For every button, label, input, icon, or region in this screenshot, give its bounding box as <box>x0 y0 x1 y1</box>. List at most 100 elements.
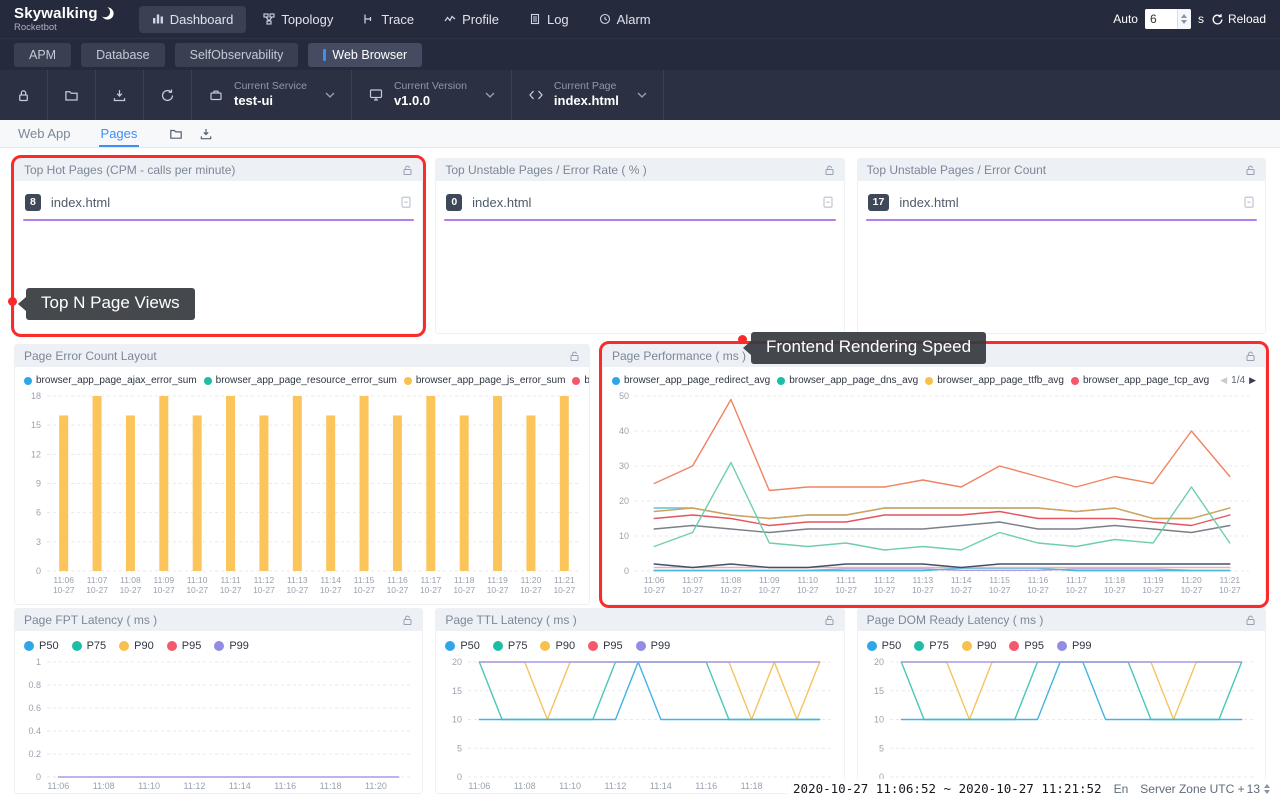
group-apm[interactable]: APM <box>14 43 71 67</box>
page-performance-line-chart[interactable]: 0102030405011:0610-2711:0710-2711:0810-2… <box>603 388 1265 604</box>
legend-item[interactable]: P50 <box>867 640 902 652</box>
svg-text:11:06: 11:06 <box>47 781 69 791</box>
card-title: Page FPT Latency ( ms ) <box>24 613 157 627</box>
legend-item[interactable]: P99 <box>636 640 671 652</box>
nav-topology[interactable]: Topology <box>250 6 346 33</box>
legend-dot-icon <box>540 641 550 651</box>
lock-icon[interactable] <box>402 164 413 176</box>
selector-label: Current Version <box>394 80 467 93</box>
legend-item[interactable]: P95 <box>588 640 623 652</box>
legend-item[interactable]: P95 <box>1009 640 1044 652</box>
reload-button[interactable]: Reload <box>1211 12 1266 26</box>
lock-icon[interactable] <box>824 164 835 176</box>
pager-prev-icon[interactable]: ◀ <box>1220 375 1227 386</box>
export-dashboard-button[interactable] <box>96 70 144 120</box>
lock-icon[interactable] <box>402 614 413 626</box>
dom-ready-latency-line-chart[interactable]: 0510152011:0611:0811:1011:1211:1411:1611… <box>858 654 1265 793</box>
ttl-latency-line-chart[interactable]: 0510152011:0611:0811:1011:1211:1411:1611… <box>436 654 843 793</box>
legend-item[interactable]: browser_app_page_ttfb_avg <box>925 375 1064 386</box>
svg-text:11:10: 11:10 <box>138 781 160 791</box>
legend-item[interactable]: browser_app_page_tcp_avg <box>1071 375 1209 386</box>
legend-item[interactable]: browser_app_page_redirect_avg <box>612 375 770 386</box>
copy-icon[interactable] <box>400 195 412 209</box>
nav-profile[interactable]: Profile <box>431 6 512 33</box>
legend-item[interactable]: browser_app_page_resource_error_sum <box>204 375 397 386</box>
fpt-latency-line-chart[interactable]: 00.20.40.60.8111:0611:0811:1011:1211:141… <box>15 654 422 793</box>
legend-dot-icon <box>925 377 933 385</box>
legend-item[interactable]: browser_app_page_ajax_error_sum <box>24 375 197 386</box>
download-icon[interactable] <box>199 127 213 141</box>
log-icon <box>529 13 541 25</box>
legend-item[interactable]: P90 <box>962 640 997 652</box>
page-name-link[interactable]: index.html <box>472 195 811 210</box>
legend-item[interactable]: P99 <box>1057 640 1092 652</box>
legend-dot-icon <box>1071 377 1079 385</box>
page-name-link[interactable]: index.html <box>51 195 390 210</box>
svg-text:11:2110-27: 11:2110-27 <box>1219 575 1241 595</box>
legend-item[interactable]: P90 <box>119 640 154 652</box>
legend-item[interactable]: P75 <box>72 640 107 652</box>
chart-legend: browser_app_page_redirect_avg browser_app… <box>603 367 1265 388</box>
lock-edit-button[interactable] <box>0 70 48 120</box>
stepper-up-icon <box>1181 14 1187 18</box>
legend-item[interactable]: P75 <box>493 640 528 652</box>
page-tabs: Web App Pages <box>0 120 1280 148</box>
error-count-bar-chart[interactable]: 036912151811:0610-2711:0710-2711:0810-27… <box>15 388 589 604</box>
nav-log[interactable]: Log <box>516 6 582 33</box>
copy-icon[interactable] <box>822 195 834 209</box>
value-badge: 8 <box>25 194 41 211</box>
current-service-selector[interactable]: Current Service test-ui <box>192 70 352 120</box>
annotation-dot <box>738 335 747 344</box>
legend-item[interactable]: browser_app_page_dns_avg <box>777 375 918 386</box>
time-range-footer: 2020-10-27 11:06:52 ~ 2020-10-27 11:21:5… <box>787 779 1276 798</box>
legend-dot-icon <box>1057 641 1067 651</box>
chart-canvas: 036912151811:0610-2711:0710-2711:0810-27… <box>17 388 590 599</box>
auto-interval-stepper[interactable] <box>1177 9 1191 29</box>
legend-dot-icon <box>867 641 877 651</box>
current-version-selector[interactable]: Current Version v1.0.0 <box>352 70 512 120</box>
copy-icon[interactable] <box>1243 195 1255 209</box>
group-selfobservability[interactable]: SelfObservability <box>175 43 299 67</box>
profile-icon <box>444 13 456 25</box>
svg-text:11:0910-27: 11:0910-27 <box>758 575 780 595</box>
refresh-templates-button[interactable] <box>144 70 192 120</box>
lock-icon[interactable] <box>1245 164 1256 176</box>
lock-icon[interactable] <box>824 614 835 626</box>
tab-pages[interactable]: Pages <box>99 122 140 147</box>
legend-item[interactable]: P50 <box>445 640 480 652</box>
lock-icon[interactable] <box>1245 614 1256 626</box>
nav-dashboard[interactable]: Dashboard <box>139 6 247 33</box>
legend-item[interactable]: browser_app_page_js_error_sum <box>404 375 566 386</box>
legend-item[interactable]: P90 <box>540 640 575 652</box>
import-dashboard-button[interactable] <box>48 70 96 120</box>
language-selector[interactable]: En <box>1114 782 1129 796</box>
svg-text:11:0610-27: 11:0610-27 <box>643 575 665 595</box>
tab-web-app[interactable]: Web App <box>16 122 73 147</box>
group-web-browser[interactable]: Web Browser <box>308 43 422 67</box>
svg-text:15: 15 <box>874 686 884 696</box>
zone-stepper[interactable] <box>1264 784 1270 794</box>
time-range-picker[interactable]: 2020-10-27 11:06:52 ~ 2020-10-27 11:21:5… <box>793 781 1102 796</box>
pager-fraction: 1/4 <box>1231 375 1245 386</box>
nav-alarm[interactable]: Alarm <box>586 6 664 33</box>
legend-item[interactable]: P50 <box>24 640 59 652</box>
legend-item[interactable]: browser_a <box>572 375 589 386</box>
svg-text:1: 1 <box>36 657 41 667</box>
legend-item[interactable]: P75 <box>914 640 949 652</box>
svg-text:20: 20 <box>874 657 884 667</box>
legend-item[interactable]: P95 <box>167 640 202 652</box>
skywalking-logo[interactable]: Skywalking Rocketbot <box>14 6 115 33</box>
svg-text:0: 0 <box>457 772 462 782</box>
group-database[interactable]: Database <box>81 43 165 67</box>
lock-icon[interactable] <box>1245 350 1256 362</box>
legend-item[interactable]: P99 <box>214 640 249 652</box>
nav-trace[interactable]: Trace <box>350 6 427 33</box>
svg-text:11:18: 11:18 <box>320 781 342 791</box>
lock-icon[interactable] <box>569 350 580 362</box>
pager-next-icon[interactable]: ▶ <box>1249 375 1256 386</box>
page-name-link[interactable]: index.html <box>899 195 1233 210</box>
folder-icon[interactable] <box>169 127 183 141</box>
current-page-selector[interactable]: Current Page index.html <box>512 70 664 120</box>
auto-interval-input[interactable] <box>1145 9 1177 29</box>
svg-text:0.6: 0.6 <box>28 703 41 713</box>
